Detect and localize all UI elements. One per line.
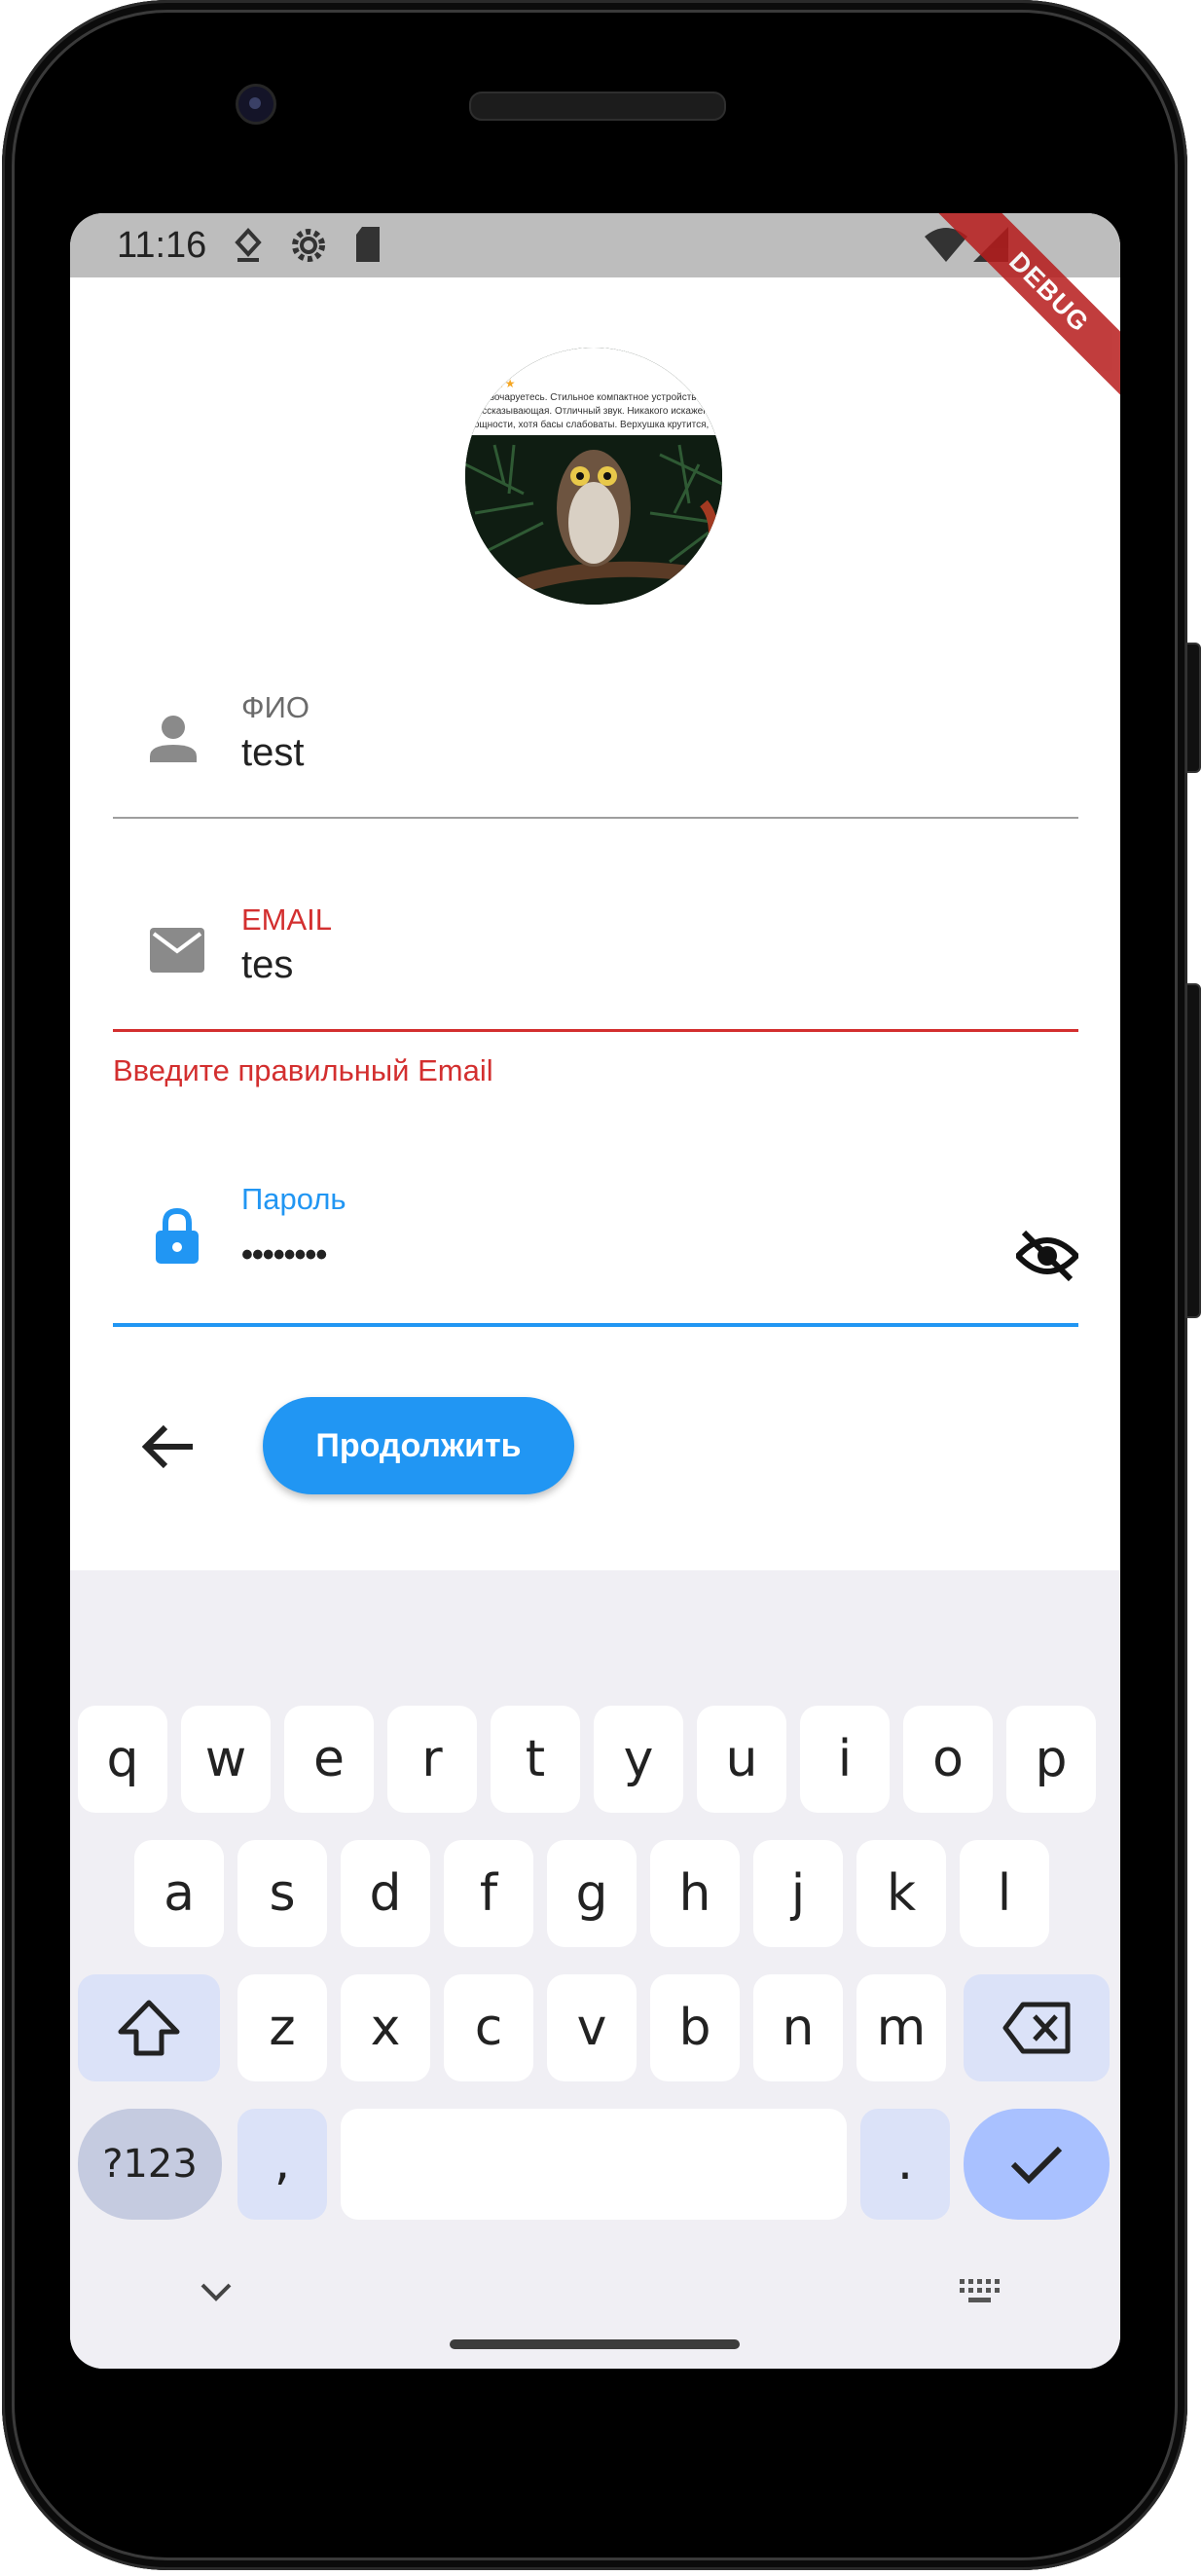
home-indicator[interactable] — [450, 2339, 740, 2349]
done-key[interactable] — [964, 2109, 1110, 2220]
app-screen: 11:16 DEBUG ● ✓ ★★ е разочаруетесь. Стил… — [70, 213, 1120, 2369]
key-c[interactable]: c — [444, 1974, 533, 2081]
key-x[interactable]: x — [341, 1974, 430, 2081]
person-icon — [148, 714, 199, 769]
key-w[interactable]: w — [181, 1706, 271, 1813]
email-error-message: Введите правильный Email — [113, 1053, 493, 1087]
key-h[interactable]: h — [650, 1840, 740, 1947]
profile-avatar[interactable]: ● ✓ ★★ е разочаруетесь. Стильное компакт… — [465, 348, 722, 605]
sd-card-icon — [352, 225, 383, 269]
key-d[interactable]: d — [341, 1840, 430, 1947]
download-icon — [232, 227, 265, 271]
password-field-value[interactable]: •••••••• — [241, 1236, 327, 1274]
name-field-value[interactable]: test — [241, 731, 304, 775]
password-field-underline — [113, 1323, 1078, 1327]
mail-icon — [150, 928, 204, 977]
review-snippet: ● ✓ ★★ е разочаруетесь. Стильное компакт… — [465, 348, 722, 435]
key-e[interactable]: e — [284, 1706, 374, 1813]
earpiece-speaker — [469, 92, 726, 121]
review-line-1: е разочаруетесь. Стильное компактное уст… — [471, 392, 722, 403]
shift-icon — [118, 2000, 180, 2056]
keyboard-icon[interactable] — [958, 2277, 1002, 2311]
key-s[interactable]: s — [237, 1840, 327, 1947]
review-line-2: рассказывающая. Отличный звук. Никакого … — [471, 406, 722, 417]
key-y[interactable]: y — [594, 1706, 683, 1813]
review-author: ● ✓ — [518, 352, 536, 364]
key-k[interactable]: k — [856, 1840, 946, 1947]
backspace-key[interactable] — [964, 1974, 1110, 2081]
checkmark-icon — [1010, 2146, 1063, 2185]
settings-gear-icon — [286, 223, 331, 273]
name-field[interactable]: ФИО test — [113, 681, 1078, 822]
continue-button[interactable]: Продолжить — [263, 1397, 574, 1494]
soft-keyboard: q w e r t y u i o p a s d f g h j k l z … — [70, 1570, 1120, 2369]
key-p[interactable]: p — [1006, 1706, 1096, 1813]
key-o[interactable]: o — [903, 1706, 993, 1813]
period-key[interactable]: . — [860, 2109, 950, 2220]
key-u[interactable]: u — [697, 1706, 786, 1813]
shift-key[interactable] — [78, 1974, 220, 2081]
key-v[interactable]: v — [547, 1974, 637, 2081]
backspace-icon — [1002, 2002, 1071, 2054]
review-stars: ★★ — [494, 377, 516, 390]
key-g[interactable]: g — [547, 1840, 637, 1947]
key-z[interactable]: z — [237, 1974, 327, 2081]
key-j[interactable]: j — [753, 1840, 843, 1947]
password-field[interactable]: Пароль •••••••• — [113, 1172, 1081, 1328]
password-field-label: Пароль — [241, 1182, 346, 1216]
key-n[interactable]: n — [753, 1974, 843, 2081]
review-line-3: мощности, хотя басы слабоваты. Верхушка … — [467, 420, 722, 430]
key-a[interactable]: a — [134, 1840, 224, 1947]
email-field-label: EMAIL — [241, 902, 333, 937]
volume-button — [1185, 983, 1201, 1318]
space-key[interactable] — [341, 2109, 847, 2220]
key-r[interactable]: r — [387, 1706, 477, 1813]
phone-frame: 11:16 DEBUG ● ✓ ★★ е разочаруетесь. Стил… — [2, 0, 1201, 2570]
key-b[interactable]: b — [650, 1974, 740, 2081]
key-i[interactable]: i — [800, 1706, 890, 1813]
power-button — [1185, 643, 1201, 773]
email-field[interactable]: EMAIL tes — [113, 893, 1078, 1034]
front-camera — [236, 84, 276, 125]
name-field-underline — [113, 817, 1078, 819]
lock-icon — [154, 1207, 200, 1270]
symbols-key[interactable]: ?123 — [78, 2109, 222, 2220]
chevron-down-icon[interactable] — [199, 2281, 234, 2307]
key-m[interactable]: m — [856, 1974, 946, 2081]
eye-off-icon[interactable] — [1013, 1229, 1081, 1288]
key-f[interactable]: f — [444, 1840, 533, 1947]
name-field-label: ФИО — [241, 690, 310, 724]
email-field-underline — [113, 1029, 1078, 1032]
key-l[interactable]: l — [960, 1840, 1049, 1947]
comma-key[interactable]: , — [237, 2109, 327, 2220]
arrow-back-icon[interactable] — [138, 1416, 200, 1478]
status-time: 11:16 — [117, 225, 207, 266]
key-t[interactable]: t — [491, 1706, 580, 1813]
email-field-value[interactable]: tes — [241, 943, 293, 987]
key-q[interactable]: q — [78, 1706, 167, 1813]
